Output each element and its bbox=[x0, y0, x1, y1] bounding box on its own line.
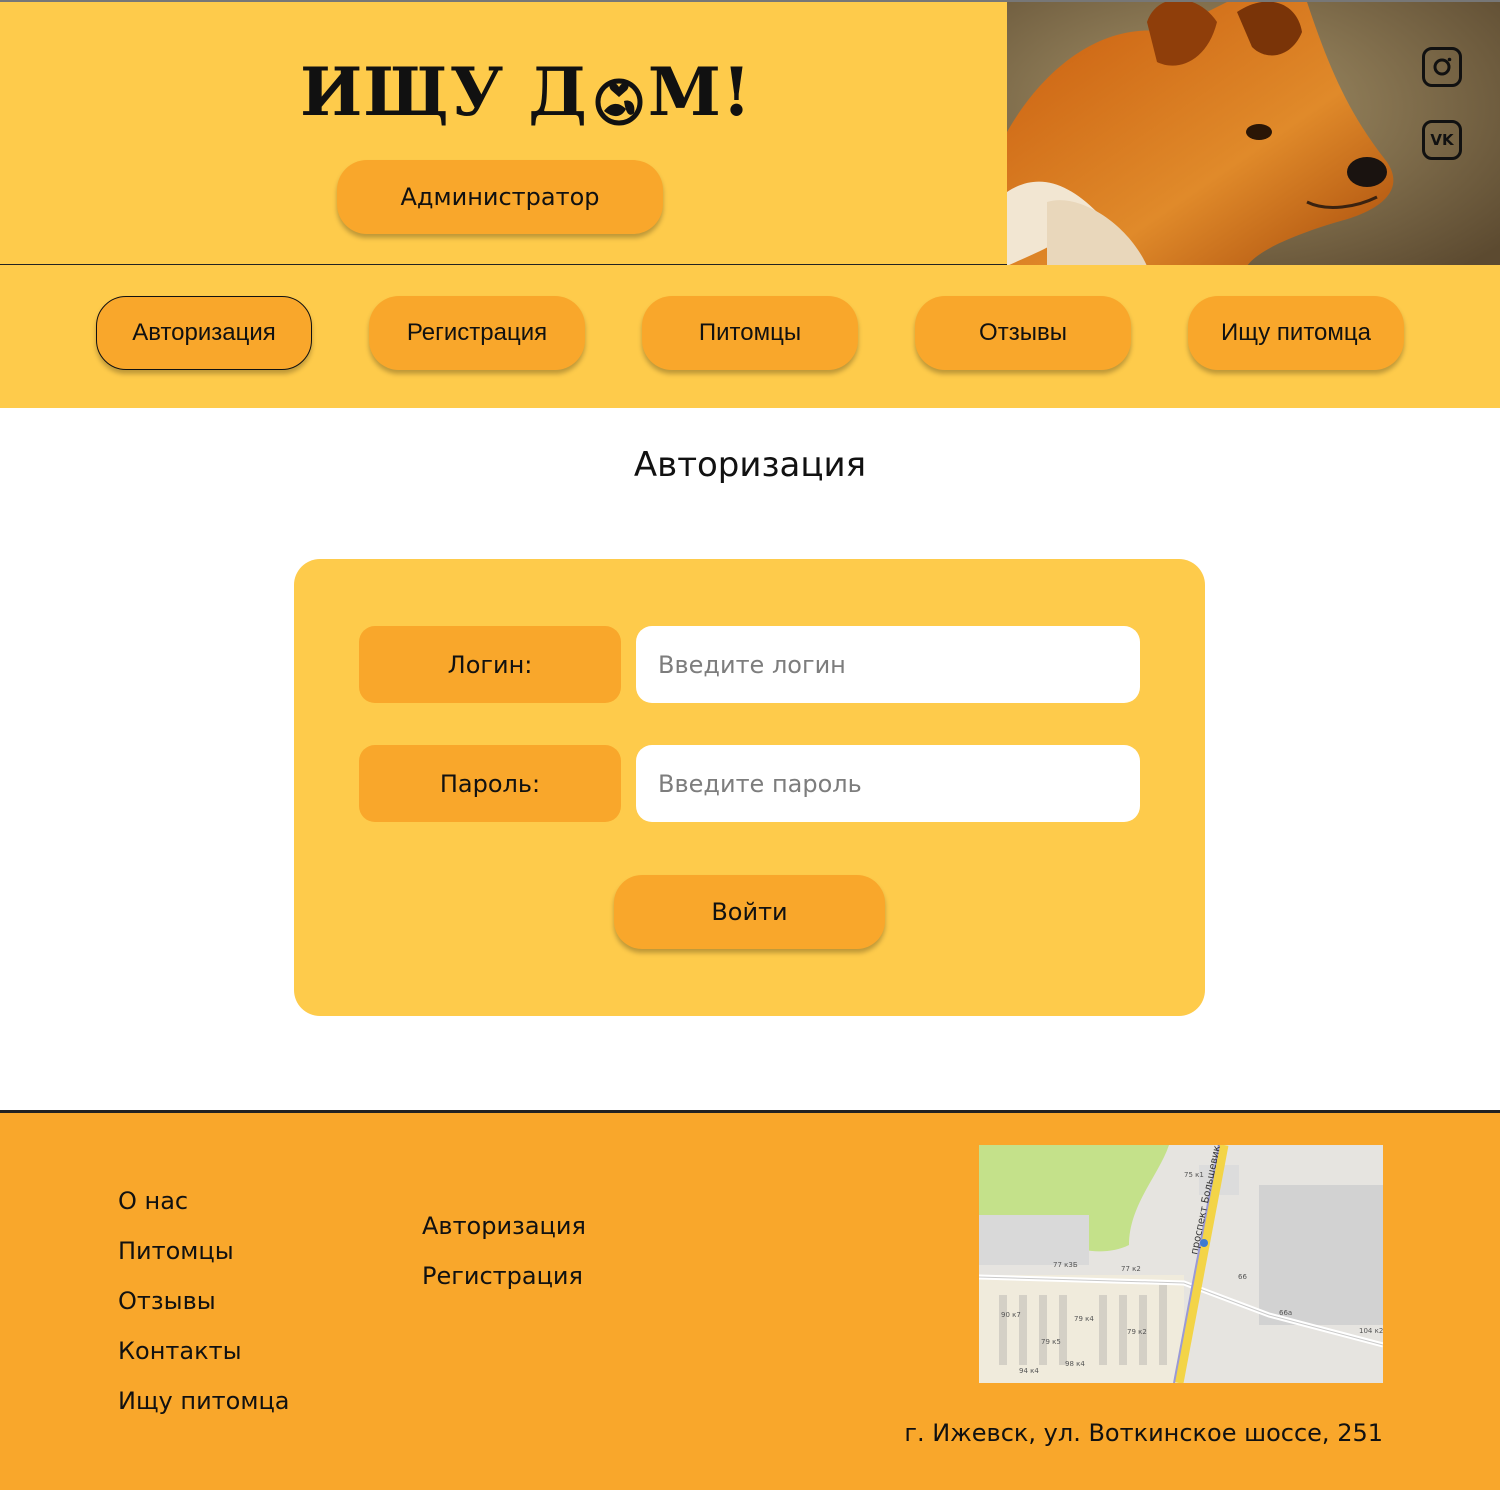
vk-icon[interactable]: VK bbox=[1422, 120, 1462, 160]
main-nav: Авторизация Регистрация Питомцы Отзывы И… bbox=[0, 265, 1500, 408]
map-label: 66 bbox=[1238, 1273, 1247, 1281]
map-label: 79 к4 bbox=[1074, 1315, 1094, 1323]
map-label: 75 к1 bbox=[1184, 1171, 1204, 1179]
password-input[interactable] bbox=[636, 745, 1140, 822]
map-label: 79 к2 bbox=[1127, 1328, 1147, 1336]
map-label: 90 к7 bbox=[1001, 1311, 1021, 1319]
site-logo[interactable]: ИЩУ Д М! bbox=[300, 52, 751, 132]
map-label: 77 к3Б bbox=[1053, 1261, 1078, 1269]
map-label: 104 к2 bbox=[1359, 1327, 1383, 1335]
heart-paw-logo-icon bbox=[592, 65, 646, 126]
map-label: 66а bbox=[1279, 1309, 1292, 1317]
footer-link-reviews[interactable]: Отзывы bbox=[118, 1287, 216, 1315]
login-input[interactable] bbox=[636, 626, 1140, 703]
nav-item-looking-for-pet[interactable]: Ищу питомца bbox=[1188, 296, 1404, 370]
nav-item-reviews[interactable]: Отзывы bbox=[915, 296, 1131, 370]
footer: О нас Питомцы Отзывы Контакты Ищу питомц… bbox=[0, 1110, 1500, 1490]
dog-photo: VK bbox=[1007, 2, 1500, 266]
logo-text-end: М! bbox=[647, 53, 752, 131]
footer-link-registration[interactable]: Регистрация bbox=[422, 1262, 583, 1290]
location-map[interactable]: проспект Большевиков 75 к1 77 к3Б 77 к2 … bbox=[979, 1145, 1383, 1383]
footer-link-about[interactable]: О нас bbox=[118, 1187, 188, 1215]
nav-item-authorization[interactable]: Авторизация bbox=[96, 296, 312, 370]
login-form: Логин: Пароль: Войти bbox=[294, 559, 1205, 1016]
nav-item-registration[interactable]: Регистрация bbox=[369, 296, 585, 370]
nav-item-pets[interactable]: Питомцы bbox=[642, 296, 858, 370]
instagram-icon[interactable] bbox=[1422, 47, 1462, 87]
address-text: г. Ижевск, ул. Воткинское шоссе, 251 bbox=[904, 1419, 1383, 1447]
vk-icon-text: VK bbox=[1430, 131, 1454, 149]
admin-button[interactable]: Администратор bbox=[337, 160, 663, 234]
footer-link-looking-for-pet[interactable]: Ищу питомца bbox=[118, 1387, 290, 1415]
login-label: Логин: bbox=[359, 626, 621, 703]
footer-link-authorization[interactable]: Авторизация bbox=[422, 1212, 586, 1240]
map-label: 94 к4 bbox=[1019, 1367, 1039, 1375]
map-label: 79 к5 bbox=[1041, 1338, 1061, 1346]
login-button[interactable]: Войти bbox=[614, 875, 885, 949]
header: ИЩУ Д М! Администратор VK bbox=[0, 0, 1500, 266]
footer-link-contacts[interactable]: Контакты bbox=[118, 1337, 242, 1365]
page-title: Авторизация bbox=[633, 445, 867, 485]
password-label: Пароль: bbox=[359, 745, 621, 822]
map-label: 98 к4 bbox=[1065, 1360, 1085, 1368]
footer-link-pets[interactable]: Питомцы bbox=[118, 1237, 234, 1265]
map-label: 77 к2 bbox=[1121, 1265, 1141, 1273]
logo-text-start: ИЩУ Д bbox=[300, 53, 588, 131]
